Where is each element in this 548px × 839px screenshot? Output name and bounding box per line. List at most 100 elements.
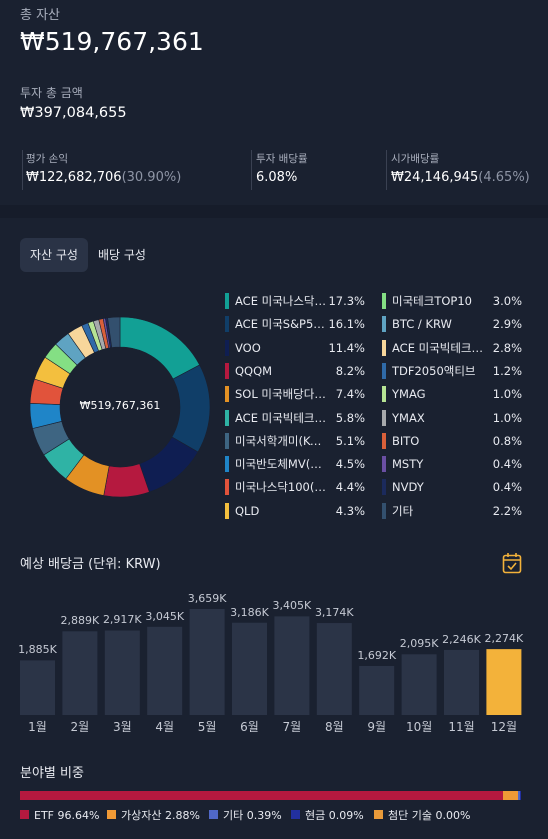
legend-item[interactable]: MSTY 0.4% [382,455,522,473]
dividend-bar[interactable] [232,622,267,715]
month-label: 4월 [155,720,175,734]
dividend-bar[interactable] [486,649,522,715]
dividend-bar[interactable] [444,649,479,715]
legend-name: YMAX [392,410,425,425]
market-yield-percent: (4.65%) [478,170,530,185]
month-label: 11월 [448,720,475,734]
dividend-bar[interactable] [20,660,55,715]
legend-swatch [382,502,386,519]
legend-swatch [225,293,229,309]
donut-slice[interactable] [119,316,200,380]
legend-percent: 2.9% [492,317,522,332]
dividend-bar[interactable] [62,631,98,715]
legend-name: ACE 미국S&P500 [235,317,327,332]
legend-percent: 1.0% [492,387,522,402]
legend-item[interactable]: QQQM 8.2% [225,362,365,380]
sector-swatch [374,810,383,819]
dividend-bar[interactable] [147,626,183,715]
legend-name: QQQM [235,363,273,378]
legend-item[interactable]: QLD 4.3% [225,502,365,520]
legend-swatch [225,432,229,449]
month-label: 2월 [70,720,90,734]
bar-value-label: 3,174K [314,606,354,620]
legend-item[interactable]: YMAX 1.0% [382,409,522,427]
legend-item[interactable]: VOO 11.4% [225,339,365,357]
month-label: 6월 [240,720,259,734]
bar-value-label: 2,889K [60,614,100,628]
dividend-bar[interactable] [189,609,225,715]
stat-value-market-yield: ₩24,146,945(4.65%) [391,170,530,185]
profit-percent: (30.90%) [121,170,182,185]
stat-value-profit: ₩122,682,706(30.90%) [26,170,181,185]
legend-item[interactable]: BTC / KRW 2.9% [382,315,522,333]
dividend-bar[interactable] [316,623,352,715]
sector-legend-item: 기타 0.39% [209,808,282,824]
legend-percent: 0.4% [492,457,522,472]
legend-item[interactable]: SOL 미국배당다우존스 7.4% [225,385,365,403]
legend-name: SOL 미국배당다우존스 [235,387,327,402]
stat-label-market-yield: 시가배당률 [391,153,440,165]
month-label: 12월 [490,720,518,734]
sector-legend-label: 현금 0.09% [305,809,364,822]
sector-legend-item: 현금 0.09% [291,808,364,824]
legend-item[interactable]: 미국서학개미(KODEX) 5.1% [225,432,365,450]
donut-center-value: ₩519,767,361 [79,399,161,412]
legend-item[interactable]: BITO 0.8% [382,432,522,450]
legend-item[interactable]: NVDY 0.4% [382,478,522,496]
sector-legend-label: 가상자산 2.88% [121,809,200,822]
sector-segment [20,791,504,800]
legend-item[interactable]: ACE 미국S&P500 16.1% [225,315,365,333]
tab-asset-composition[interactable]: 자산 구성 [20,238,88,272]
dividend-bar[interactable] [359,665,395,715]
dividend-bar[interactable] [274,616,310,715]
sector-legend-item: ETF 96.64% [20,808,99,824]
legend-name: 기타 [392,503,414,518]
stat-divider [251,150,252,190]
legend-name: 미국반도체MV(KODEX) [235,457,327,472]
legend-name: VOO [235,340,261,355]
stat-label-dividend-rate: 투자 배당률 [256,153,308,165]
bar-value-label: 1,692K [357,648,397,662]
legend-item[interactable]: ACE 미국빅테크TOP7 5.8% [225,409,365,427]
legend-swatch [382,479,386,496]
market-yield-amount: ₩24,146,945 [391,170,479,185]
stat-divider [386,150,387,190]
legend-name: 미국서학개미(KODEX) [235,433,327,448]
legend-name: BTC / KRW [392,317,452,332]
legend-percent: 1.0% [492,410,522,425]
bar-value-label: 2,917K [102,613,142,627]
legend-item[interactable]: ACE 미국빅테크TOP7 Plus 2.8% [382,339,522,357]
month-label: 7월 [282,720,302,734]
sector-swatch [291,810,300,819]
legend-name: NVDY [392,480,424,495]
dividend-bar[interactable] [104,630,140,715]
legend-item[interactable]: 미국테크TOP10 3.0% [382,292,522,310]
month-label: 8월 [324,720,344,734]
legend-item[interactable]: TDF2050액티브 1.2% [382,362,522,380]
legend-percent: 4.4% [335,480,365,495]
dividend-bar[interactable] [401,654,437,715]
bar-value-label: 1,885K [18,643,57,657]
legend-item[interactable]: 기타 2.2% [382,502,522,520]
legend-percent: 5.8% [335,410,365,425]
legend-item[interactable]: 미국나스닥100(TIGER) 4.4% [225,478,365,496]
legend-percent: 2.8% [492,340,522,355]
legend-swatch [382,409,386,426]
legend-swatch [382,386,386,403]
bar-value-label: 3,186K [230,605,269,619]
legend-swatch [225,502,229,519]
legend-name: MSTY [392,457,424,472]
tab-dividend-composition[interactable]: 배당 구성 [88,238,156,272]
legend-item[interactable]: 미국반도체MV(KODEX) 4.5% [225,455,365,473]
legend-swatch [382,362,386,379]
legend-item[interactable]: YMAG 1.0% [382,385,522,403]
legend-item[interactable]: ACE 미국나스닥100 17.3% [225,292,365,310]
legend-swatch [382,432,386,449]
bar-value-label: 3,405K [272,599,312,613]
calendar-check-icon[interactable] [502,552,522,574]
month-label: 10월 [405,720,433,734]
legend-swatch [225,386,229,403]
sector-swatch [107,810,116,819]
legend-percent: 1.2% [492,363,522,378]
legend-swatch [382,316,386,333]
